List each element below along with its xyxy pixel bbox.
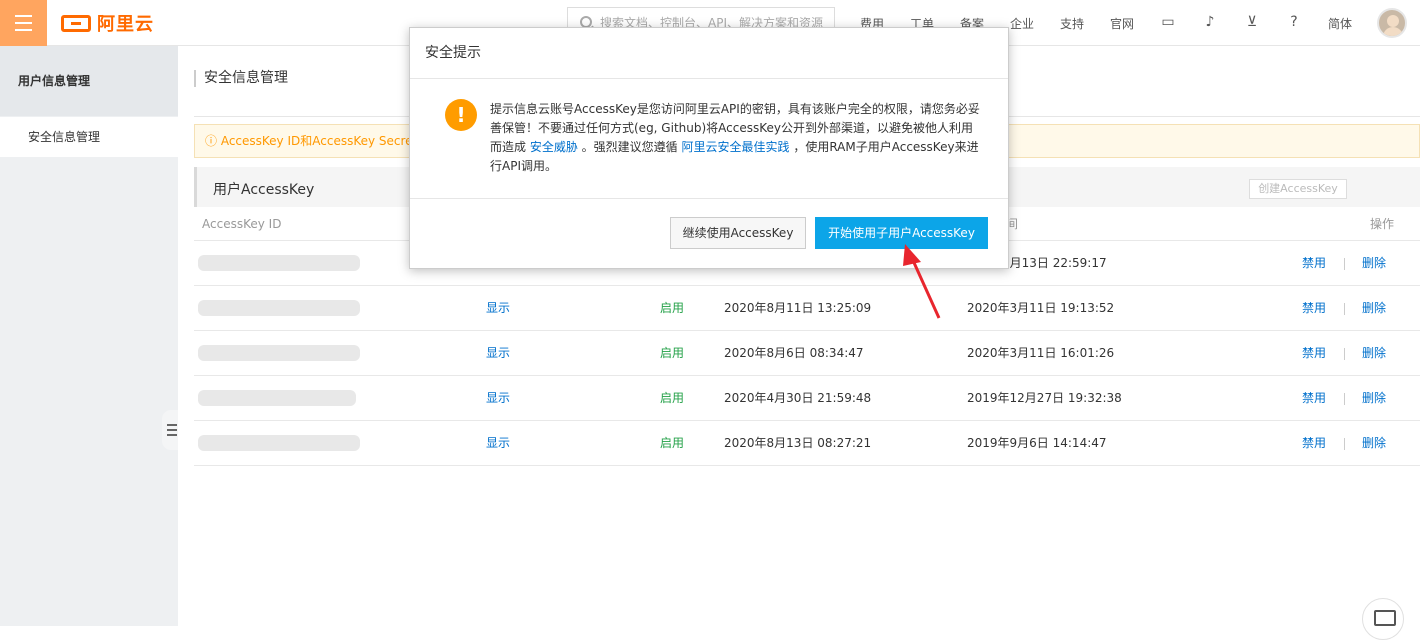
best-practice-link[interactable]: 阿里云安全最佳实践 xyxy=(681,140,789,154)
dialog-title: 安全提示 xyxy=(410,28,1008,79)
bell-icon[interactable]: ♪ xyxy=(1202,14,1218,30)
nav-support[interactable]: 支持 xyxy=(1060,15,1084,32)
masked-accesskey-id xyxy=(198,390,356,406)
hamburger-icon xyxy=(15,15,32,17)
continue-accesskey-button[interactable]: 继续使用AccessKey xyxy=(670,217,806,249)
aliyun-logo[interactable]: 阿里云 xyxy=(61,12,154,35)
status-text: 启用 xyxy=(660,346,685,360)
delete-link[interactable]: 删除 xyxy=(1362,286,1386,331)
panel-title: 用户AccessKey xyxy=(213,182,315,198)
collapse-icon xyxy=(167,424,177,426)
status-text: 启用 xyxy=(660,391,685,405)
show-secret-link[interactable]: 显示 xyxy=(486,421,510,466)
warning-icon: ! xyxy=(445,99,477,131)
disable-link[interactable]: 禁用 xyxy=(1302,286,1326,331)
created-time: 2020年3月11日 16:01:26 xyxy=(967,346,1115,360)
avatar[interactable] xyxy=(1377,8,1407,38)
dialog-divider xyxy=(410,198,1008,199)
menu-button[interactable] xyxy=(0,0,47,46)
separator xyxy=(1344,303,1345,315)
delete-link[interactable]: 删除 xyxy=(1362,421,1386,466)
masked-accesskey-id xyxy=(198,300,360,316)
sidebar-heading: 用户信息管理 xyxy=(0,46,178,116)
masked-accesskey-id xyxy=(198,345,360,361)
created-time: 2019年12月27日 19:32:38 xyxy=(967,391,1122,405)
terminal-icon[interactable]: ▭ xyxy=(1160,14,1176,30)
table-row: 显示 启用 2020年8月11日 13:25:09 2020年3月11日 19:… xyxy=(194,286,1420,331)
dialog-message: 提示信息云账号AccessKey是您访问阿里云API的密钥，具有该账户完全的权限… xyxy=(490,100,980,176)
cart-icon[interactable]: ⊻ xyxy=(1244,14,1260,30)
last-used-time: 2020年8月11日 13:25:09 xyxy=(724,301,872,315)
aliyun-logo-icon xyxy=(61,14,91,32)
created-time: 2019年9月6日 14:14:47 xyxy=(967,436,1107,450)
th-accesskey-id: AccessKey ID xyxy=(202,217,282,231)
alert-text: ⓘ AccessKey ID和AccessKey Secret是 xyxy=(205,134,430,148)
nav-official-site[interactable]: 官网 xyxy=(1110,15,1134,32)
last-used-time: 2020年8月6日 08:34:47 xyxy=(724,346,864,360)
show-secret-link[interactable]: 显示 xyxy=(486,376,510,421)
sidebar: 用户信息管理 安全信息管理 xyxy=(0,46,178,626)
last-used-time: 2020年4月30日 21:59:48 xyxy=(724,391,872,405)
help-icon[interactable]: ? xyxy=(1286,14,1302,30)
disable-link[interactable]: 禁用 xyxy=(1302,241,1326,286)
separator xyxy=(1344,258,1345,270)
masked-accesskey-id xyxy=(198,435,360,451)
security-threat-link[interactable]: 安全威胁 xyxy=(530,140,578,154)
created-time: 2020年3月11日 19:13:52 xyxy=(967,301,1115,315)
page-title-wrap: 安全信息管理 xyxy=(194,70,288,87)
annotation-arrow-icon xyxy=(903,244,941,319)
disable-link[interactable]: 禁用 xyxy=(1302,376,1326,421)
last-used-time: 2020年8月13日 08:27:21 xyxy=(724,436,872,450)
disable-link[interactable]: 禁用 xyxy=(1302,421,1326,466)
separator xyxy=(1344,438,1345,450)
th-actions: 操作 xyxy=(1370,217,1395,231)
show-secret-link[interactable]: 显示 xyxy=(486,286,510,331)
table-row: 显示 启用 2020年4月30日 21:59:48 2019年12月27日 19… xyxy=(194,376,1420,421)
dialog-message-part-2: 。强烈建议您遵循 xyxy=(577,140,682,154)
status-text: 启用 xyxy=(660,436,685,450)
disable-link[interactable]: 禁用 xyxy=(1302,331,1326,376)
security-warning-dialog: 安全提示 ! 提示信息云账号AccessKey是您访问阿里云API的密钥，具有该… xyxy=(409,27,1009,269)
create-accesskey-button[interactable]: 创建AccessKey xyxy=(1249,179,1347,199)
separator xyxy=(1344,348,1345,360)
nav-enterprise[interactable]: 企业 xyxy=(1010,15,1034,32)
status-text: 启用 xyxy=(660,301,685,315)
show-secret-link[interactable]: 显示 xyxy=(486,331,510,376)
logo-text: 阿里云 xyxy=(97,14,154,35)
delete-link[interactable]: 删除 xyxy=(1362,331,1386,376)
table-row: 显示 启用 2020年8月13日 08:27:21 2019年9月6日 14:1… xyxy=(194,421,1420,466)
chat-support-icon[interactable] xyxy=(1362,598,1404,640)
created-time: 3月13日 22:59:17 xyxy=(1002,256,1107,270)
table-row: 显示 启用 2020年8月6日 08:34:47 2020年3月11日 16:0… xyxy=(194,331,1420,376)
delete-link[interactable]: 删除 xyxy=(1362,376,1386,421)
separator xyxy=(1344,393,1345,405)
sidebar-item-security-info[interactable]: 安全信息管理 xyxy=(0,117,178,157)
language-switch[interactable]: 简体 xyxy=(1328,15,1352,32)
masked-accesskey-id xyxy=(198,255,360,271)
page-title: 安全信息管理 xyxy=(204,70,288,86)
delete-link[interactable]: 删除 xyxy=(1362,241,1386,286)
